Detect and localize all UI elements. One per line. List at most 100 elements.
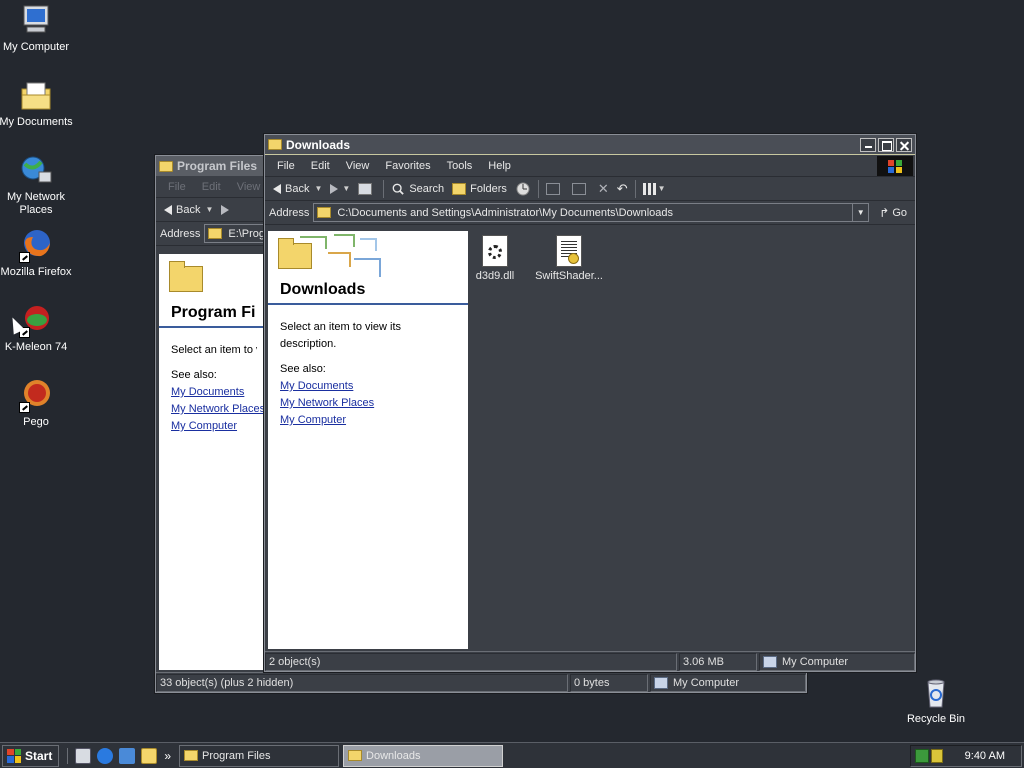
menu-file[interactable]: File xyxy=(269,160,303,172)
network-tray-icon[interactable] xyxy=(915,749,929,763)
status-zone-cell: My Computer xyxy=(650,673,806,692)
back-button[interactable]: Back ▼ xyxy=(269,178,326,200)
desktop-icon-recycle-bin[interactable]: Recycle Bin xyxy=(898,676,974,726)
undo-button[interactable]: ↶ xyxy=(613,178,632,200)
back-button[interactable]: Back ▼ xyxy=(160,199,217,221)
taskbar-button-downloads[interactable]: Downloads xyxy=(343,744,504,767)
downloads-window[interactable]: Downloads File Edit View Favorites Tools… xyxy=(264,134,916,672)
outlook-express-icon[interactable] xyxy=(119,747,136,764)
menu-edit[interactable]: Edit xyxy=(194,181,229,193)
delete-button[interactable]: ✕ xyxy=(594,178,613,200)
internet-explorer-icon[interactable] xyxy=(97,747,114,764)
desktop-icon-my-documents[interactable]: My Documents xyxy=(0,79,74,129)
shortcut-arrow-icon xyxy=(19,252,30,263)
toolbar-separator xyxy=(634,179,636,198)
downloads-menubar: File Edit View Favorites Tools Help xyxy=(265,155,915,177)
forward-arrow-icon xyxy=(221,204,230,215)
desktop-icon-network-places[interactable]: My Network Places xyxy=(0,154,74,217)
toolbar-separator xyxy=(537,179,539,198)
folder-icon xyxy=(169,261,203,292)
link-my-computer[interactable]: My Computer xyxy=(280,412,456,429)
go-arrow-icon: ↱ xyxy=(879,205,890,220)
link-my-documents[interactable]: My Documents xyxy=(171,384,257,401)
menu-view[interactable]: View xyxy=(338,160,378,172)
file-item[interactable]: d3d9.dll xyxy=(456,235,534,282)
address-label: Address xyxy=(160,227,201,240)
clock[interactable]: 9:40 AM xyxy=(965,750,1005,762)
minimize-button[interactable] xyxy=(860,137,876,152)
address-value: E:\Prog xyxy=(228,227,266,240)
taskpane-description: Select an item to vi xyxy=(171,344,257,356)
folder-icon xyxy=(268,139,282,150)
search-button[interactable]: Search xyxy=(387,178,448,200)
address-dropdown-button[interactable]: ▼ xyxy=(852,204,868,221)
taskpane-description: Select an item to view its description. xyxy=(280,321,402,350)
up-folder-button[interactable] xyxy=(354,178,380,200)
menu-file[interactable]: File xyxy=(160,181,194,193)
taskpane-title: Program Fi xyxy=(171,304,256,321)
folder-icon xyxy=(184,750,199,761)
back-label: Back xyxy=(285,182,310,195)
toolbar-separator xyxy=(383,179,385,198)
show-desktop-icon[interactable] xyxy=(75,747,92,764)
downloads-addressbar: Address C:\Documents and Settings\Admini… xyxy=(265,201,915,225)
recycle-bin-icon xyxy=(919,676,953,710)
maximize-button[interactable] xyxy=(878,137,894,152)
chevron-down-icon: ▼ xyxy=(205,205,214,214)
file-item[interactable]: SwiftShader... xyxy=(530,235,608,282)
menu-help[interactable]: Help xyxy=(480,160,519,172)
views-button[interactable]: ▼ xyxy=(639,178,670,200)
copy-to-icon xyxy=(571,182,586,195)
network-places-icon xyxy=(19,154,53,188)
back-arrow-icon xyxy=(273,183,281,194)
search-icon[interactable] xyxy=(141,747,158,764)
start-button[interactable]: Start xyxy=(2,744,60,767)
dll-file-icon xyxy=(482,235,508,267)
go-button[interactable]: ↱ Go xyxy=(869,206,915,220)
folder-icon xyxy=(159,160,173,172)
taskbar-button-program-files[interactable]: Program Files xyxy=(179,744,340,767)
link-network-places[interactable]: My Network Places xyxy=(280,395,456,412)
link-my-documents[interactable]: My Documents xyxy=(280,378,456,395)
forward-button[interactable] xyxy=(217,199,237,221)
status-size: 3.06 MB xyxy=(679,652,757,671)
folders-icon xyxy=(452,182,467,195)
desktop-icon-my-computer[interactable]: My Computer xyxy=(0,4,74,54)
desktop-icon-label: My Network Places xyxy=(6,191,66,216)
volume-tray-icon[interactable] xyxy=(931,749,943,763)
link-network-places[interactable]: My Network Places xyxy=(171,401,265,418)
undo-icon: ↶ xyxy=(616,180,628,196)
status-zone: My Computer xyxy=(673,676,740,689)
desktop-icon-firefox[interactable]: Mozilla Firefox xyxy=(0,229,74,279)
quick-launch: » xyxy=(67,747,171,764)
downloads-toolbar: Back ▼ ▼ Search Folders ✕ ↶ ▼ xyxy=(265,177,915,201)
status-zone-cell: My Computer xyxy=(759,652,915,671)
folders-button[interactable]: Folders xyxy=(448,178,511,200)
see-also-label: See also: xyxy=(280,363,326,375)
address-input[interactable]: C:\Documents and Settings\Administrator\… xyxy=(313,203,870,222)
desktop-icon-label: My Documents xyxy=(0,116,73,128)
my-computer-icon xyxy=(654,676,668,689)
menu-edit[interactable]: Edit xyxy=(303,160,338,172)
quick-launch-more-button[interactable]: » xyxy=(164,749,171,763)
downloads-titlebar[interactable]: Downloads xyxy=(265,135,915,155)
chevron-down-icon: ▼ xyxy=(657,184,666,193)
chevron-down-icon: ▼ xyxy=(314,184,323,193)
move-to-button[interactable] xyxy=(542,178,568,200)
firefox-icon xyxy=(19,229,53,263)
menu-tools[interactable]: Tools xyxy=(439,160,481,172)
link-my-computer[interactable]: My Computer xyxy=(171,418,257,435)
folder-icon xyxy=(317,207,332,218)
copy-to-button[interactable] xyxy=(568,178,594,200)
menu-view[interactable]: View xyxy=(229,181,269,193)
close-button[interactable] xyxy=(896,137,912,152)
downloads-content: Downloads Select an item to view its des… xyxy=(268,231,912,649)
menu-favorites[interactable]: Favorites xyxy=(377,160,438,172)
desktop-icon-pego[interactable]: Pego xyxy=(0,379,74,429)
go-label: Go xyxy=(892,206,907,219)
setup-file-icon xyxy=(556,235,582,267)
history-button[interactable] xyxy=(511,178,535,200)
desktop-icon-label: Mozilla Firefox xyxy=(0,266,72,278)
forward-button[interactable]: ▼ xyxy=(326,178,354,200)
desktop-icon-label: Pego xyxy=(23,416,49,428)
